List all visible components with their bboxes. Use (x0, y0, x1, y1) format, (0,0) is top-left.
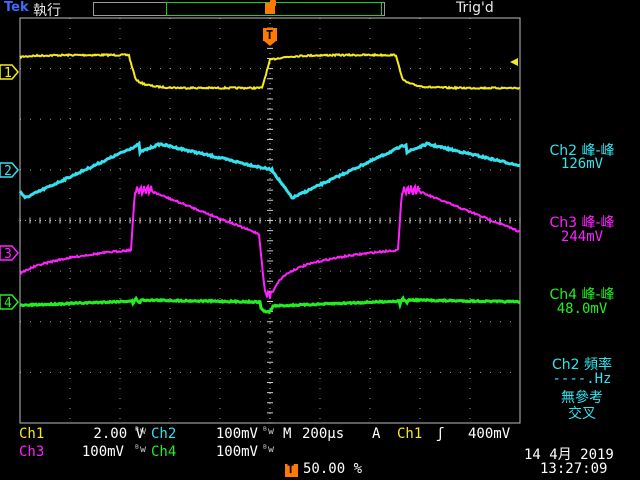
ch4-marker-label: 4 (4, 296, 12, 311)
trigger-position-icon: T (285, 462, 298, 477)
trigger-level[interactable]: 400mV (468, 426, 510, 442)
trigger-position-marker-letter: T (287, 462, 295, 476)
ch3-marker: 3 (0, 245, 19, 262)
ch4-label[interactable]: Ch4 (151, 444, 176, 460)
ch3-pkpk-value: 244mV (560, 229, 604, 245)
ch1-marker: 1 (0, 64, 19, 81)
ch4-scale[interactable]: 100mV (186, 444, 258, 460)
settings-bar: Ch1 2.00 V ᴮw Ch2 100mV ᴮw M 200µs A Ch1… (0, 424, 640, 480)
trigger-level-marker (510, 58, 518, 66)
ch2-freq-value: ----.Hz (552, 371, 612, 387)
ch2-pkpk-value: 126mV (560, 156, 604, 172)
ch3-scale[interactable]: 100mV (52, 444, 124, 460)
ch3-label[interactable]: Ch3 (19, 444, 44, 460)
timebase-label: M (283, 426, 292, 442)
record-top-marker (265, 3, 275, 14)
ch2-marker: 2 (0, 162, 19, 179)
ch2-bw-icon: ᴮw (262, 426, 275, 437)
timebase-value[interactable]: 200µs (302, 426, 344, 442)
ch1-marker-label: 1 (4, 66, 12, 81)
trigger-position[interactable]: 50.00 % (303, 461, 362, 477)
ch2-marker-label: 2 (4, 164, 12, 179)
ch1-scale[interactable]: 2.00 V (52, 426, 144, 442)
ch1-label[interactable]: Ch1 (19, 426, 44, 442)
trigger-source-prefix: A (372, 426, 381, 442)
ch4-trace (19, 295, 521, 315)
ch3-marker-label: 3 (4, 247, 12, 262)
ch3-bw-icon: ᴮw (134, 444, 147, 455)
graticule (19, 17, 521, 424)
ch4-bw-icon: ᴮw (262, 444, 275, 455)
ch1-bw-icon: ᴮw (134, 426, 147, 437)
ch2-scale[interactable]: 100mV (186, 426, 258, 442)
channel-markers: 1 2 3 4 T (0, 3, 518, 311)
ch4-pkpk-value: 48.0mV (556, 301, 608, 317)
time: 13:27:09 (540, 461, 608, 477)
ch2-freq-note2: 交叉 (568, 406, 596, 422)
ch4-marker: 4 (0, 294, 19, 311)
trigger-position-marker: T (263, 3, 277, 46)
trigger-source[interactable]: Ch1 (397, 426, 422, 442)
trigger-position-marker-letter: T (266, 28, 273, 42)
ch2-label[interactable]: Ch2 (151, 426, 176, 442)
trigger-slope-icon: ʃ (436, 426, 445, 442)
